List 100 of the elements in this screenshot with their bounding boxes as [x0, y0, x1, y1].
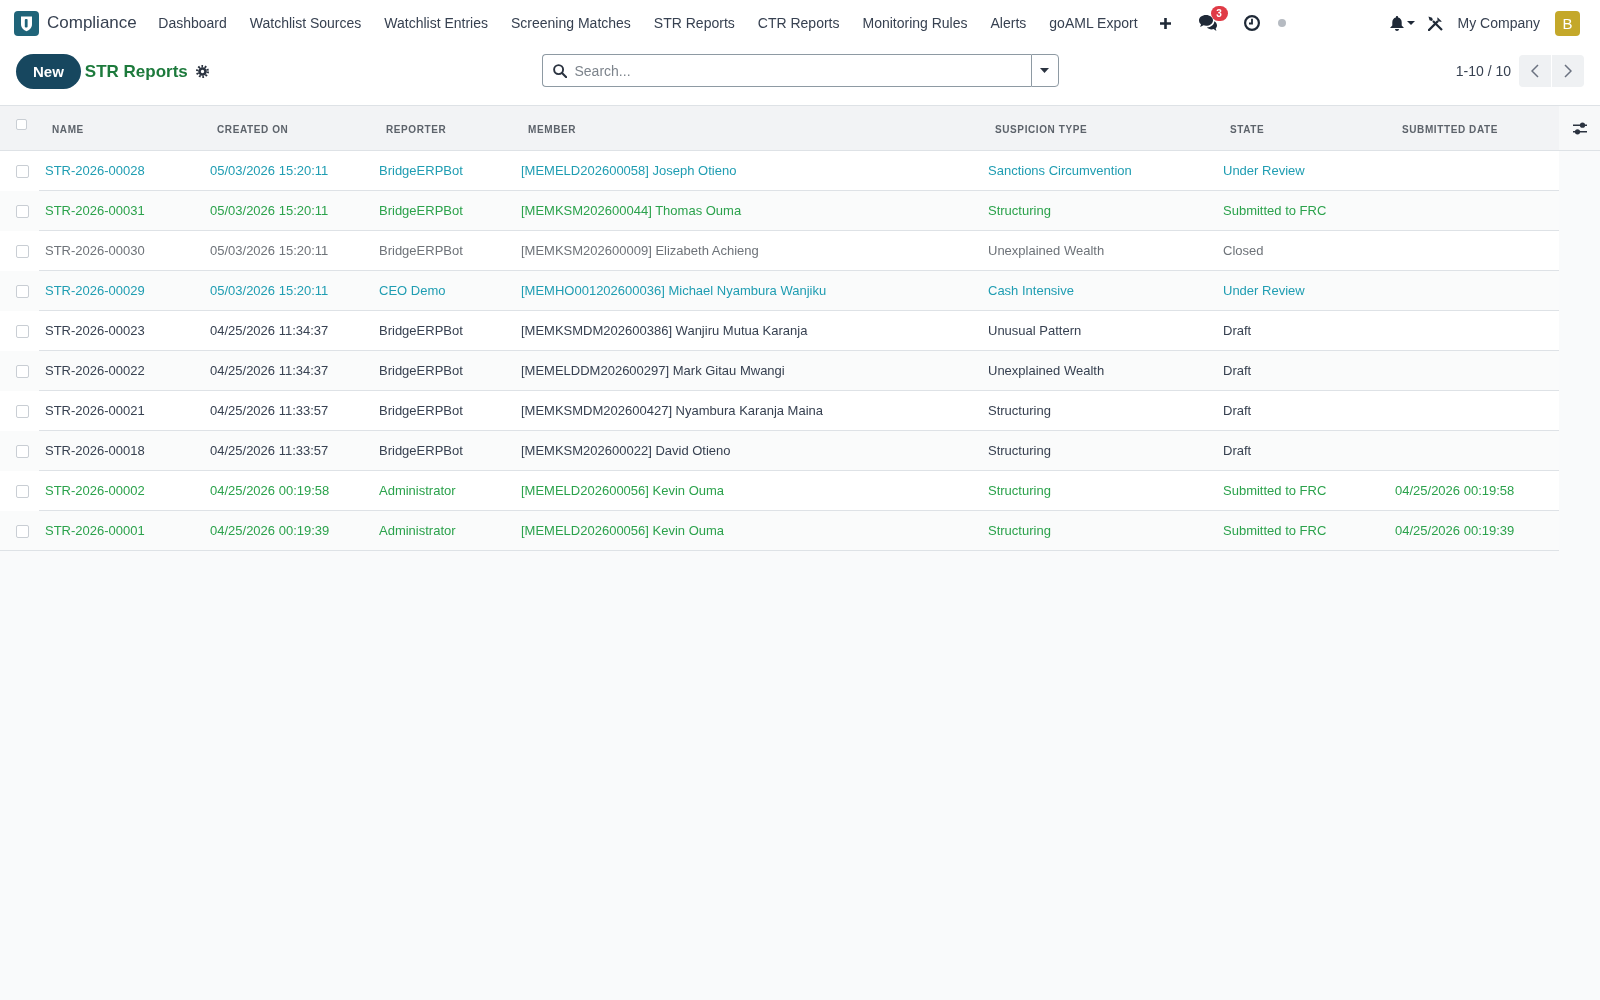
sliders-icon[interactable]: [1572, 122, 1587, 136]
table-cell: STR-2026-00018: [39, 430, 204, 471]
table-cell: Sanctions Circumvention: [982, 150, 1217, 191]
app-name[interactable]: Compliance: [47, 13, 137, 33]
pager-value[interactable]: 1-10 / 10: [1455, 62, 1511, 79]
table-cell: Closed: [1217, 230, 1389, 271]
table-cell: 04/25/2026 11:34:37: [204, 310, 373, 351]
menu-item[interactable]: Monitoring Rules: [850, 0, 980, 46]
bell-icon[interactable]: [1389, 15, 1404, 31]
previous-page-button[interactable]: [1519, 54, 1551, 87]
table-cell: STR-2026-00031: [39, 190, 204, 231]
table-cell: Submitted to FRC: [1217, 190, 1389, 231]
select-all-checkbox[interactable]: [16, 119, 27, 130]
column-header[interactable]: NAME: [52, 124, 84, 135]
menu-item[interactable]: CTR Reports: [746, 0, 851, 46]
table-cell: BridgeERPBot: [373, 310, 515, 351]
table-cell: Administrator: [373, 510, 515, 551]
table-cell: [MEMHO001202600036] Michael Nyambura Wanjiku: [515, 270, 982, 311]
table-cell: Submitted to FRC: [1217, 510, 1389, 551]
table-cell: BridgeERPBot: [373, 150, 515, 191]
row-checkbox[interactable]: [16, 325, 29, 339]
table-cell: [MEMKSMDM202600386] Wanjiru Mutua Karanja: [515, 310, 982, 351]
table-cell: [MEMKSMDM202600427] Nyambura Karanja Maina: [515, 390, 982, 431]
column-header[interactable]: MEMBER: [528, 124, 577, 135]
table-cell: Structuring: [982, 190, 1217, 231]
table-cell: Structuring: [982, 510, 1217, 551]
table-cell: STR-2026-00002: [39, 470, 204, 511]
menu-item[interactable]: Screening Matches: [499, 0, 643, 46]
table-cell: STR-2026-00022: [39, 350, 204, 391]
table-cell: Unusual Pattern: [982, 310, 1217, 351]
row-checkbox[interactable]: [16, 445, 29, 459]
search-field[interactable]: Search...: [541, 54, 1031, 87]
menu-item[interactable]: Dashboard: [146, 0, 239, 46]
table-cell: Draft: [1217, 430, 1389, 471]
table-cell: [MEMELD202600056] Kevin Ouma: [515, 470, 982, 511]
chat-icon[interactable]: [1198, 15, 1217, 31]
table-cell: CEO Demo: [373, 270, 515, 311]
new-button[interactable]: New: [16, 54, 81, 89]
clock-icon[interactable]: [1243, 15, 1260, 31]
menu-item[interactable]: STR Reports: [642, 0, 747, 46]
table-cell: 04/25/2026 11:34:37: [204, 350, 373, 391]
column-header[interactable]: CREATED ON: [217, 124, 289, 135]
caret-icon[interactable]: [1406, 21, 1415, 25]
shield-icon[interactable]: [14, 10, 39, 36]
company-switcher[interactable]: My Company: [1457, 15, 1540, 31]
table-cell: [MEMKSM202600044] Thomas Ouma: [515, 190, 982, 231]
unread-count-badge: 3: [1210, 6, 1228, 21]
table-cell: Structuring: [982, 470, 1217, 511]
column-header[interactable]: SUSPICION TYPE: [995, 124, 1088, 135]
row-checkbox[interactable]: [16, 205, 29, 219]
table-cell: Draft: [1217, 390, 1389, 431]
table-cell: [MEMELD202600056] Kevin Ouma: [515, 510, 982, 551]
row-checkbox[interactable]: [16, 485, 29, 499]
table-cell: 05/03/2026 15:20:11: [204, 230, 373, 271]
gear-icon[interactable]: [195, 65, 209, 78]
table-cell: BridgeERPBot: [373, 390, 515, 431]
row-checkbox[interactable]: [16, 165, 29, 179]
row-checkbox[interactable]: [16, 365, 29, 379]
table-cell: STR-2026-00023: [39, 310, 204, 351]
search-icon: [552, 64, 567, 78]
table-cell: STR-2026-00030: [39, 230, 204, 271]
row-checkbox[interactable]: [16, 405, 29, 419]
table-cell: STR-2026-00021: [39, 390, 204, 431]
table-cell: 04/25/2026 00:19:39: [1389, 510, 1559, 551]
column-header[interactable]: REPORTER: [386, 124, 447, 135]
table-cell: 04/25/2026 00:19:39: [204, 510, 373, 551]
table-cell: BridgeERPBot: [373, 230, 515, 271]
menu-item[interactable]: goAML Export: [1037, 0, 1150, 46]
table-cell: 05/03/2026 15:20:11: [204, 270, 373, 311]
table-cell: Draft: [1217, 310, 1389, 351]
caret-icon: [1040, 68, 1049, 73]
table-cell: Submitted to FRC: [1217, 470, 1389, 511]
menu-item[interactable]: Watchlist Entries: [372, 0, 500, 46]
table-cell: Unexplained Wealth: [982, 350, 1217, 391]
table-cell: 04/25/2026 11:33:57: [204, 390, 373, 431]
table-cell: [MEMKSM202600009] Elizabeth Achieng: [515, 230, 982, 271]
search-options-button[interactable]: [1030, 54, 1059, 87]
chevron-right-icon: [1564, 63, 1572, 78]
row-checkbox[interactable]: [16, 525, 29, 539]
row-checkbox[interactable]: [16, 285, 29, 299]
menu-item[interactable]: Watchlist Sources: [238, 0, 373, 46]
table-cell: STR-2026-00028: [39, 150, 204, 191]
table-cell: Unexplained Wealth: [982, 230, 1217, 271]
table-cell: 05/03/2026 15:20:11: [204, 190, 373, 231]
table-cell: 04/25/2026 00:19:58: [204, 470, 373, 511]
row-checkbox[interactable]: [16, 245, 29, 259]
tools-icon[interactable]: [1427, 15, 1443, 31]
chevron-left-icon: [1531, 63, 1539, 78]
table-cell: 05/03/2026 15:20:11: [204, 150, 373, 191]
table-cell: [MEMKSM202600022] David Otieno: [515, 430, 982, 471]
table-cell: Under Review: [1217, 270, 1389, 311]
next-page-button[interactable]: [1552, 54, 1584, 87]
column-header[interactable]: STATE: [1230, 124, 1265, 135]
table-cell: Draft: [1217, 350, 1389, 391]
table-cell: Administrator: [373, 470, 515, 511]
plus-icon[interactable]: [1160, 17, 1172, 29]
menu-item[interactable]: Alerts: [979, 0, 1038, 46]
column-header[interactable]: SUBMITTED DATE: [1402, 124, 1498, 135]
table-cell: Cash Intensive: [982, 270, 1217, 311]
table-cell: 04/25/2026 11:33:57: [204, 430, 373, 471]
